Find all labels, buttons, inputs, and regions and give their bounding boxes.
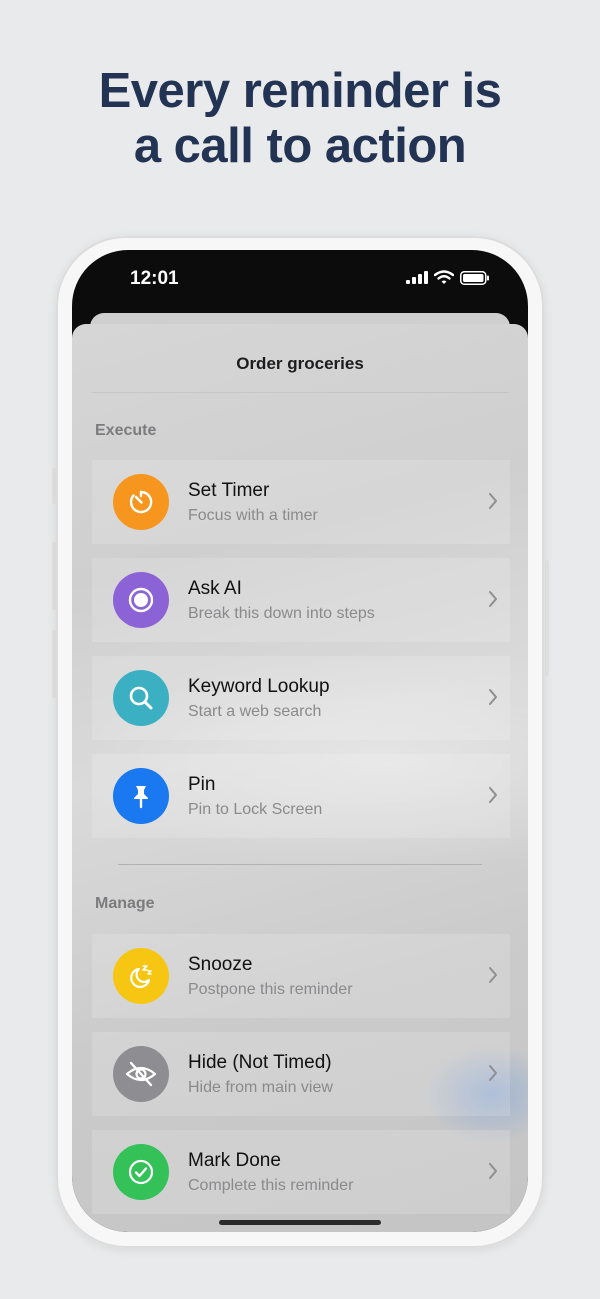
chevron-right-icon [489, 787, 497, 803]
phone-screen: 12:01 Order groceries Execute Set Timer … [72, 250, 528, 1232]
status-time: 12:01 [130, 268, 179, 289]
section-label-execute: Execute [95, 422, 157, 439]
action-subtitle: Break this down into steps [188, 605, 375, 622]
action-title: Snooze [188, 954, 253, 975]
action-snooze[interactable]: Snooze Postpone this reminder [92, 934, 510, 1018]
action-mark-done[interactable]: Mark Done Complete this reminder [92, 1130, 510, 1214]
section-divider [118, 864, 482, 865]
action-subtitle: Pin to Lock Screen [188, 801, 323, 818]
chevron-right-icon [489, 591, 497, 607]
chevron-right-icon [489, 967, 497, 983]
section-label-manage: Manage [95, 895, 155, 912]
action-title: Keyword Lookup [188, 676, 330, 697]
action-subtitle: Hide from main view [188, 1079, 333, 1096]
headline: Every reminder is a call to action [0, 64, 600, 174]
sheet-title: Order groceries [236, 354, 364, 373]
cellular-signal-icon [406, 271, 428, 284]
status-icons [406, 270, 490, 285]
action-sheet: Order groceries Execute Set Timer Focus … [72, 324, 528, 1232]
action-subtitle: Complete this reminder [188, 1177, 354, 1194]
action-title: Mark Done [188, 1150, 281, 1171]
action-ask-ai[interactable]: Ask AI Break this down into steps [92, 558, 510, 642]
headline-line-2: a call to action [133, 119, 467, 173]
timer-icon [113, 474, 169, 530]
title-divider [92, 392, 508, 393]
action-set-timer[interactable]: Set Timer Focus with a timer [92, 460, 510, 544]
home-indicator[interactable] [219, 1220, 381, 1225]
action-subtitle: Focus with a timer [188, 507, 318, 524]
search-icon [113, 670, 169, 726]
chevron-right-icon [489, 1163, 497, 1179]
action-subtitle: Postpone this reminder [188, 981, 353, 998]
action-hide[interactable]: Hide (Not Timed) Hide from main view [92, 1032, 510, 1116]
wifi-icon [434, 270, 454, 284]
action-pin[interactable]: Pin Pin to Lock Screen [92, 754, 510, 838]
chevron-right-icon [489, 689, 497, 705]
status-bar: 12:01 [72, 250, 528, 310]
pin-icon [113, 768, 169, 824]
chevron-right-icon [489, 493, 497, 509]
moon-zzz-icon [113, 948, 169, 1004]
action-title: Ask AI [188, 578, 242, 599]
action-title: Hide (Not Timed) [188, 1052, 332, 1073]
action-subtitle: Start a web search [188, 703, 322, 720]
phone-power-button [545, 560, 549, 676]
action-title: Pin [188, 774, 216, 795]
headline-line-1: Every reminder is [98, 64, 502, 118]
action-title: Set Timer [188, 480, 270, 501]
eye-slash-icon [113, 1046, 169, 1102]
action-keyword-lookup[interactable]: Keyword Lookup Start a web search [92, 656, 510, 740]
chevron-right-icon [489, 1065, 497, 1081]
battery-icon [460, 270, 489, 285]
ai-icon [113, 572, 169, 628]
checkmark-icon [113, 1144, 169, 1200]
